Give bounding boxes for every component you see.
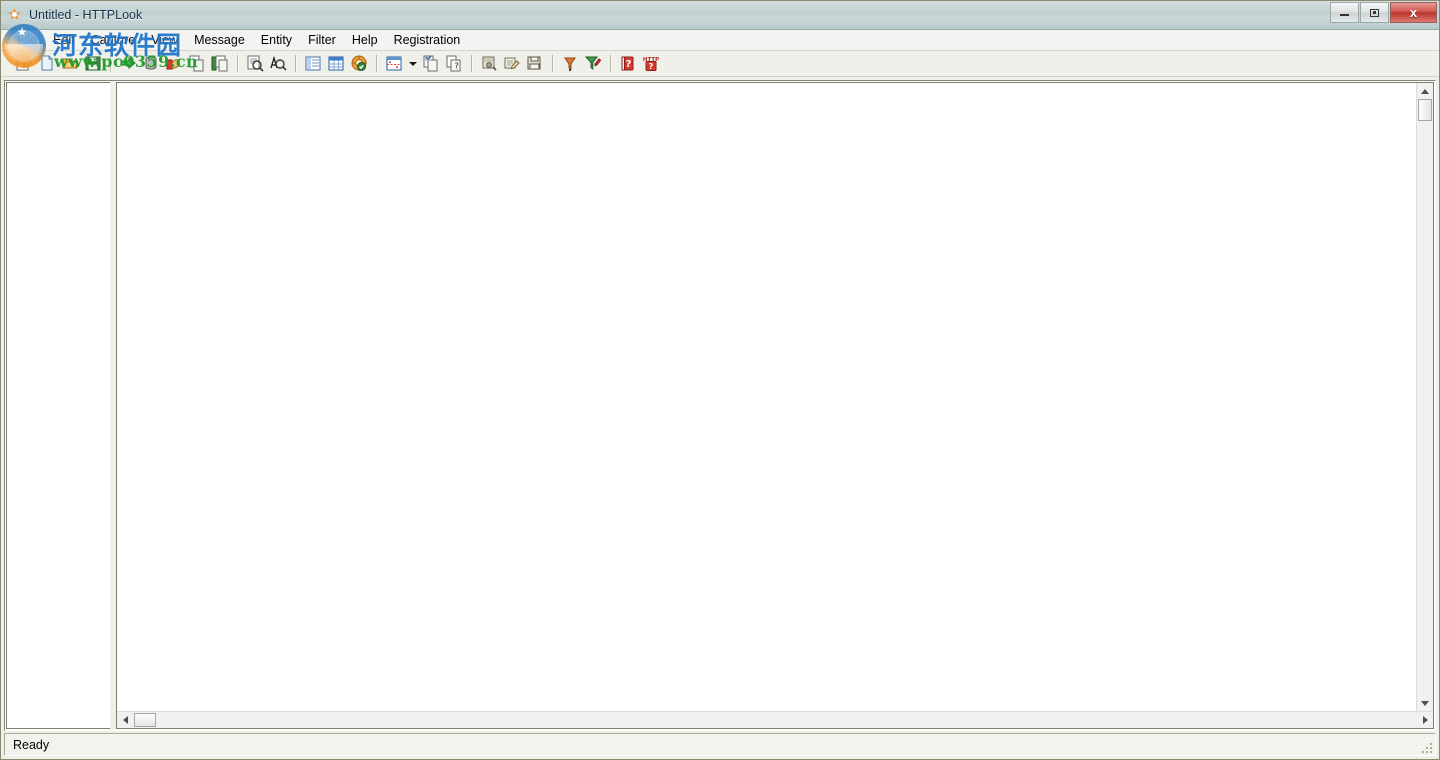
pause-capture-icon[interactable] [163, 53, 185, 74]
find-icon[interactable] [267, 53, 289, 74]
toolbar-separator [610, 55, 611, 72]
maximize-icon [1370, 8, 1379, 17]
minimize-button[interactable] [1330, 2, 1359, 23]
split-window-icon[interactable] [383, 53, 405, 74]
menu-help[interactable]: Help [344, 31, 386, 49]
window-controls: x [1329, 2, 1437, 23]
client-area [1, 77, 1439, 731]
help-book-icon[interactable]: ? [617, 53, 639, 74]
message-info-icon[interactable]: ? [443, 53, 465, 74]
toolbar-separator [552, 55, 553, 72]
vertical-scroll-thumb[interactable] [1418, 99, 1432, 121]
start-capture-icon[interactable] [117, 53, 139, 74]
menu-file[interactable]: File [9, 31, 45, 49]
toolbar-separator [237, 55, 238, 72]
svg-text:?: ? [626, 59, 632, 70]
close-button[interactable]: x [1390, 2, 1437, 23]
status-message: Ready [13, 737, 50, 752]
vertical-scrollbar[interactable] [1416, 83, 1433, 711]
save-entity-icon[interactable] [524, 53, 546, 74]
menu-view[interactable]: View [143, 31, 186, 49]
scroll-left-button[interactable] [117, 712, 133, 728]
toolbar-separator [110, 55, 111, 72]
horizontal-scrollbar[interactable] [117, 711, 1433, 728]
session-tree-pane[interactable] [6, 82, 110, 729]
toolbar-separator [376, 55, 377, 72]
new-document-icon[interactable] [36, 53, 58, 74]
menu-registration[interactable]: Registration [386, 31, 469, 49]
toolbar-separator [471, 55, 472, 72]
message-list-pane [116, 82, 1434, 729]
stop-capture-icon[interactable] [140, 53, 162, 74]
svg-text:?: ? [455, 62, 459, 71]
maximize-button[interactable] [1360, 2, 1389, 23]
split-dropdown-arrow[interactable] [406, 53, 419, 74]
horizontal-scroll-thumb[interactable] [134, 713, 156, 727]
svg-text:?: ? [649, 62, 654, 71]
print-preview-icon[interactable] [244, 53, 266, 74]
browser-view-icon[interactable] [348, 53, 370, 74]
title-bar[interactable]: Untitled - HTTPLook x [1, 1, 1439, 30]
scroll-down-button[interactable] [1417, 695, 1433, 711]
filter-settings-icon[interactable] [582, 53, 604, 74]
edit-message-icon[interactable] [501, 53, 523, 74]
scroll-right-button[interactable] [1417, 712, 1433, 728]
menu-entity[interactable]: Entity [253, 31, 300, 49]
vertical-scroll-track[interactable] [1417, 121, 1433, 695]
app-star-icon [7, 7, 23, 23]
export-icon[interactable] [478, 53, 500, 74]
minimize-icon [1340, 14, 1349, 16]
resize-grip[interactable] [1419, 740, 1433, 754]
close-icon: x [1409, 5, 1418, 20]
grid-view-icon[interactable] [325, 53, 347, 74]
menu-message[interactable]: Message [186, 31, 253, 49]
httplook-main-window: Untitled - HTTPLook x File Edit Capture … [0, 0, 1440, 760]
message-list-canvas[interactable] [117, 83, 1416, 711]
client-inner [4, 80, 1436, 731]
paste-icon[interactable] [209, 53, 231, 74]
new-capture-icon[interactable] [13, 53, 35, 74]
http-help-icon[interactable]: HTTP? [640, 53, 662, 74]
copy-icon[interactable] [186, 53, 208, 74]
menu-bar: File Edit Capture View Message Entity Fi… [1, 30, 1439, 51]
menu-filter[interactable]: Filter [300, 31, 344, 49]
funnel-icon[interactable] [559, 53, 581, 74]
list-view-icon[interactable] [302, 53, 324, 74]
menu-capture[interactable]: Capture [83, 31, 143, 49]
main-toolbar: ? ? HTTP? [1, 51, 1439, 77]
open-file-icon[interactable] [59, 53, 81, 74]
properties-icon[interactable] [420, 53, 442, 74]
status-bar: Ready [4, 733, 1436, 756]
toolbar-separator [295, 55, 296, 72]
scroll-up-button[interactable] [1417, 83, 1433, 99]
message-list-body [117, 83, 1433, 711]
save-file-icon[interactable] [82, 53, 104, 74]
window-title: Untitled - HTTPLook [29, 8, 143, 22]
menu-edit[interactable]: Edit [45, 31, 83, 49]
